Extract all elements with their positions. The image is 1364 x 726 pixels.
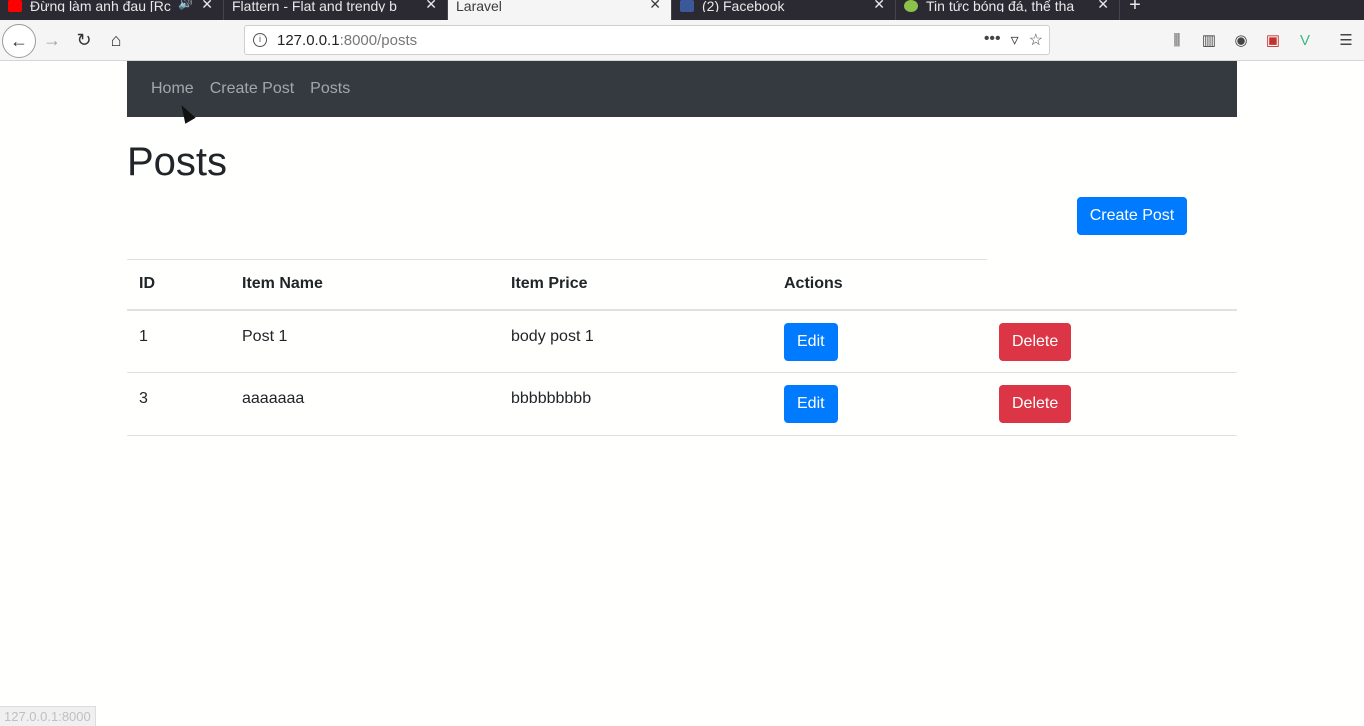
cell-delete: Delete bbox=[987, 372, 1237, 436]
browser-tab[interactable]: Đừng làm anh đau [Rc 🔊 ✕ bbox=[0, 0, 224, 20]
delete-button[interactable]: Delete bbox=[999, 385, 1072, 423]
cell-item-name: Post 1 bbox=[230, 309, 499, 373]
nav-link-home[interactable]: Home bbox=[143, 72, 202, 106]
page-actions-icon[interactable]: ••• bbox=[984, 30, 1001, 50]
youtube-icon bbox=[8, 0, 22, 12]
cell-edit: Edit bbox=[772, 309, 987, 373]
delete-button[interactable]: Delete bbox=[999, 322, 1072, 361]
column-header-id: ID bbox=[127, 259, 230, 311]
arrow-left-icon: ← bbox=[10, 30, 28, 51]
pocket-icon[interactable]: ▿ bbox=[1011, 30, 1019, 50]
url-path: :8000/posts bbox=[339, 31, 418, 49]
table-header-row: ID Item Name Item Price Actions bbox=[127, 259, 1237, 311]
cell-id: 1 bbox=[127, 309, 230, 373]
close-icon[interactable]: ✕ bbox=[649, 0, 661, 11]
column-header-item-name: Item Name bbox=[230, 259, 499, 311]
arrow-right-icon: → bbox=[43, 29, 61, 50]
reload-button[interactable]: ↻ bbox=[68, 25, 100, 55]
home-icon: ⌂ bbox=[110, 29, 122, 50]
tab-title: Tin tức bóng đá, thể tha bbox=[926, 0, 1075, 12]
tab-title: Đừng làm anh đau [Rc bbox=[30, 0, 171, 12]
site-icon bbox=[904, 0, 918, 12]
tab-title: (2) Facebook bbox=[702, 0, 785, 12]
youtube-extension-icon[interactable]: ▣ bbox=[1261, 28, 1285, 52]
hamburger-menu-icon[interactable]: ☰ bbox=[1334, 28, 1358, 52]
forward-button[interactable]: → bbox=[36, 25, 68, 55]
cell-item-price: bbbbbbbbb bbox=[499, 372, 772, 436]
tab-strip: Đừng làm anh đau [Rc 🔊 ✕ Flattern - Flat… bbox=[0, 0, 1364, 20]
column-header-empty bbox=[987, 259, 1237, 311]
edit-button[interactable]: Edit bbox=[784, 385, 838, 423]
account-icon[interactable]: ◉ bbox=[1229, 28, 1253, 52]
browser-tab[interactable]: Flattern - Flat and trendy b ✕ bbox=[224, 0, 448, 20]
nav-link-create-post[interactable]: Create Post bbox=[202, 72, 302, 106]
cell-item-name: aaaaaaa bbox=[230, 372, 499, 436]
cell-delete: Delete bbox=[987, 309, 1237, 373]
library-icon[interactable]: ⫼ bbox=[1165, 28, 1189, 52]
address-bar[interactable]: i 127.0.0.1:8000/posts ••• ▿ ☆ bbox=[244, 25, 1050, 55]
table-row: 1 Post 1 body post 1 Edit Delete bbox=[127, 309, 1237, 373]
close-icon[interactable]: ✕ bbox=[425, 0, 437, 11]
column-header-actions: Actions bbox=[772, 259, 987, 311]
status-bar: 127.0.0.1:8000 bbox=[0, 706, 96, 726]
page-title: Posts bbox=[127, 140, 228, 184]
url-host: 127.0.0.1 bbox=[277, 31, 340, 49]
tab-title: Flattern - Flat and trendy b bbox=[232, 0, 397, 12]
bookmark-star-icon[interactable]: ☆ bbox=[1029, 30, 1043, 50]
new-tab-button[interactable]: + bbox=[1120, 0, 1150, 20]
facebook-icon bbox=[680, 0, 694, 12]
speaker-icon[interactable]: 🔊 bbox=[178, 0, 193, 9]
close-icon[interactable]: ✕ bbox=[1097, 0, 1109, 11]
tab-title: Laravel bbox=[456, 0, 502, 12]
back-button[interactable]: ← bbox=[2, 24, 36, 58]
create-post-button[interactable]: Create Post bbox=[1077, 197, 1187, 235]
column-header-item-price: Item Price bbox=[499, 259, 772, 311]
table-row: 3 aaaaaaa bbbbbbbbb Edit Delete bbox=[127, 372, 1237, 436]
cell-edit: Edit bbox=[772, 372, 987, 436]
browser-tab[interactable]: Tin tức bóng đá, thể tha ✕ bbox=[896, 0, 1120, 20]
cell-id: 3 bbox=[127, 372, 230, 436]
posts-table: ID Item Name Item Price Actions 1 Post 1… bbox=[127, 259, 1237, 436]
edit-button[interactable]: Edit bbox=[784, 322, 838, 361]
close-icon[interactable]: ✕ bbox=[873, 0, 885, 11]
browser-toolbar: ← → ↻ ⌂ i 127.0.0.1:8000/posts ••• ▿ ☆ ⫼… bbox=[0, 20, 1364, 61]
home-button[interactable]: ⌂ bbox=[100, 25, 132, 55]
vue-devtools-icon[interactable]: V bbox=[1293, 28, 1317, 52]
nav-link-posts[interactable]: Posts bbox=[302, 72, 358, 106]
browser-tab[interactable]: (2) Facebook ✕ bbox=[672, 0, 896, 20]
info-icon[interactable]: i bbox=[253, 33, 267, 47]
close-icon[interactable]: ✕ bbox=[201, 0, 213, 11]
browser-tab-active[interactable]: Laravel ✕ bbox=[448, 0, 672, 20]
cell-item-price: body post 1 bbox=[499, 309, 772, 373]
sidebar-icon[interactable]: ▥ bbox=[1197, 28, 1221, 52]
reload-icon: ↻ bbox=[76, 29, 92, 50]
site-navbar: Home Create Post Posts bbox=[127, 61, 1237, 117]
